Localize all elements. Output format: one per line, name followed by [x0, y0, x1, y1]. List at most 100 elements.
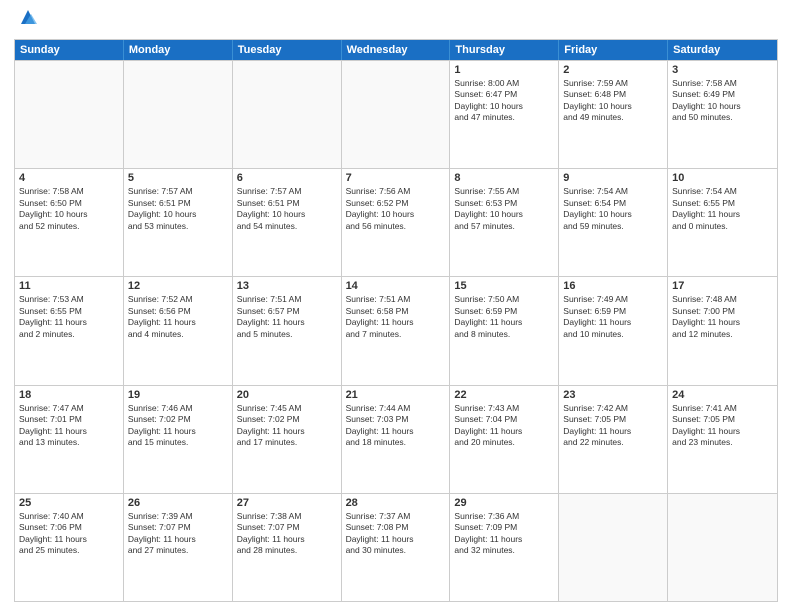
- cell-line: Sunset: 6:49 PM: [672, 89, 773, 100]
- cell-line: and 32 minutes.: [454, 545, 554, 556]
- cell-line: Sunrise: 7:43 AM: [454, 403, 554, 414]
- day-number: 8: [454, 172, 554, 184]
- calendar-cell: 8 Sunrise: 7:55 AMSunset: 6:53 PMDaylight…: [450, 169, 559, 276]
- cell-line: Daylight: 10 hours: [672, 101, 773, 112]
- cell-line: Sunset: 6:56 PM: [128, 306, 228, 317]
- cell-line: Daylight: 10 hours: [563, 101, 663, 112]
- calendar-cell: [233, 61, 342, 168]
- day-number: 3: [672, 64, 773, 76]
- cell-line: and 28 minutes.: [237, 545, 337, 556]
- calendar-cell: [559, 494, 668, 601]
- page: SundayMondayTuesdayWednesdayThursdayFrid…: [0, 0, 792, 612]
- cell-line: Daylight: 10 hours: [454, 209, 554, 220]
- calendar-cell: 16Sunrise: 7:49 AMSunset: 6:59 PMDayligh…: [559, 277, 668, 384]
- calendar-cell: 29Sunrise: 7:36 AMSunset: 7:09 PMDayligh…: [450, 494, 559, 601]
- calendar-cell: 20Sunrise: 7:45 AMSunset: 7:02 PMDayligh…: [233, 386, 342, 493]
- cell-line: Daylight: 11 hours: [346, 317, 446, 328]
- logo-icon: [17, 6, 39, 33]
- cell-line: Sunrise: 7:56 AM: [346, 186, 446, 197]
- calendar-header: SundayMondayTuesdayWednesdayThursdayFrid…: [15, 40, 777, 60]
- day-number: 2: [563, 64, 663, 76]
- calendar-cell: 4Sunrise: 7:58 AMSunset: 6:50 PMDaylight…: [15, 169, 124, 276]
- day-number: 16: [563, 280, 663, 292]
- cell-line: Sunset: 7:00 PM: [672, 306, 773, 317]
- cell-line: and 22 minutes.: [563, 437, 663, 448]
- calendar-cell: 17Sunrise: 7:48 AMSunset: 7:00 PMDayligh…: [668, 277, 777, 384]
- cell-line: and 59 minutes.: [563, 221, 663, 232]
- cell-line: and 23 minutes.: [672, 437, 773, 448]
- cell-line: Sunrise: 7:49 AM: [563, 294, 663, 305]
- calendar-cell: 11Sunrise: 7:53 AMSunset: 6:55 PMDayligh…: [15, 277, 124, 384]
- cell-line: Daylight: 11 hours: [563, 426, 663, 437]
- cell-line: Sunrise: 7:50 AM: [454, 294, 554, 305]
- day-number: 18: [19, 389, 119, 401]
- cell-line: Daylight: 11 hours: [128, 426, 228, 437]
- cell-line: Sunset: 6:50 PM: [19, 198, 119, 209]
- calendar-body: 1Sunrise: 8:00 AMSunset: 6:47 PMDaylight…: [15, 60, 777, 601]
- calendar: SundayMondayTuesdayWednesdayThursdayFrid…: [14, 39, 778, 602]
- cell-line: Sunrise: 7:54 AM: [672, 186, 773, 197]
- cell-line: Daylight: 11 hours: [19, 426, 119, 437]
- cell-line: Sunset: 7:05 PM: [563, 414, 663, 425]
- calendar-cell: [668, 494, 777, 601]
- day-number: 1: [454, 64, 554, 76]
- day-number: 13: [237, 280, 337, 292]
- cell-line: and 50 minutes.: [672, 112, 773, 123]
- cell-line: Daylight: 10 hours: [346, 209, 446, 220]
- calendar-cell: 24Sunrise: 7:41 AMSunset: 7:05 PMDayligh…: [668, 386, 777, 493]
- cell-line: Sunrise: 7:58 AM: [672, 78, 773, 89]
- calendar-cell: 9Sunrise: 7:54 AMSunset: 6:54 PMDaylight…: [559, 169, 668, 276]
- cell-line: Sunset: 6:55 PM: [672, 198, 773, 209]
- cell-line: Sunrise: 7:38 AM: [237, 511, 337, 522]
- cell-line: Sunset: 7:02 PM: [237, 414, 337, 425]
- cell-line: Daylight: 10 hours: [454, 101, 554, 112]
- cell-line: Sunset: 6:53 PM: [454, 198, 554, 209]
- calendar-cell: 25Sunrise: 7:40 AMSunset: 7:06 PMDayligh…: [15, 494, 124, 601]
- cell-line: and 2 minutes.: [19, 329, 119, 340]
- cell-line: Sunrise: 7:52 AM: [128, 294, 228, 305]
- cell-line: and 54 minutes.: [237, 221, 337, 232]
- cell-line: Sunrise: 7:59 AM: [563, 78, 663, 89]
- day-number: 12: [128, 280, 228, 292]
- calendar-cell: 14Sunrise: 7:51 AMSunset: 6:58 PMDayligh…: [342, 277, 451, 384]
- day-number: 22: [454, 389, 554, 401]
- cell-line: Sunrise: 7:46 AM: [128, 403, 228, 414]
- day-number: 23: [563, 389, 663, 401]
- cell-line: Sunset: 7:09 PM: [454, 522, 554, 533]
- calendar-cell: 23Sunrise: 7:42 AMSunset: 7:05 PMDayligh…: [559, 386, 668, 493]
- cell-line: Sunset: 6:59 PM: [454, 306, 554, 317]
- cell-line: and 4 minutes.: [128, 329, 228, 340]
- cell-line: Daylight: 10 hours: [19, 209, 119, 220]
- cell-line: Sunrise: 7:51 AM: [346, 294, 446, 305]
- cell-line: Daylight: 11 hours: [672, 426, 773, 437]
- day-number: 25: [19, 497, 119, 509]
- cell-line: Sunrise: 7:36 AM: [454, 511, 554, 522]
- cell-line: Daylight: 11 hours: [19, 534, 119, 545]
- cell-line: Sunrise: 7:37 AM: [346, 511, 446, 522]
- cell-line: Sunset: 7:04 PM: [454, 414, 554, 425]
- cell-line: Daylight: 11 hours: [454, 534, 554, 545]
- cell-line: Sunrise: 7:55 AM: [454, 186, 554, 197]
- cell-line: Sunrise: 7:44 AM: [346, 403, 446, 414]
- day-number: 7: [346, 172, 446, 184]
- calendar-cell: 13Sunrise: 7:51 AMSunset: 6:57 PMDayligh…: [233, 277, 342, 384]
- cell-line: Sunset: 7:02 PM: [128, 414, 228, 425]
- cell-line: Sunset: 6:51 PM: [237, 198, 337, 209]
- calendar-cell: 6Sunrise: 7:57 AMSunset: 6:51 PMDaylight…: [233, 169, 342, 276]
- day-number: 15: [454, 280, 554, 292]
- cell-line: Sunset: 6:47 PM: [454, 89, 554, 100]
- cell-line: Daylight: 11 hours: [237, 534, 337, 545]
- calendar-header-cell: Friday: [559, 40, 668, 60]
- cell-line: Sunrise: 7:58 AM: [19, 186, 119, 197]
- cell-line: Sunrise: 7:39 AM: [128, 511, 228, 522]
- calendar-header-cell: Sunday: [15, 40, 124, 60]
- cell-line: Sunrise: 7:57 AM: [237, 186, 337, 197]
- cell-line: Daylight: 11 hours: [672, 209, 773, 220]
- cell-line: Daylight: 11 hours: [128, 534, 228, 545]
- cell-line: Sunrise: 7:47 AM: [19, 403, 119, 414]
- day-number: 9: [563, 172, 663, 184]
- day-number: 11: [19, 280, 119, 292]
- cell-line: Sunset: 7:05 PM: [672, 414, 773, 425]
- calendar-header-cell: Thursday: [450, 40, 559, 60]
- day-number: 21: [346, 389, 446, 401]
